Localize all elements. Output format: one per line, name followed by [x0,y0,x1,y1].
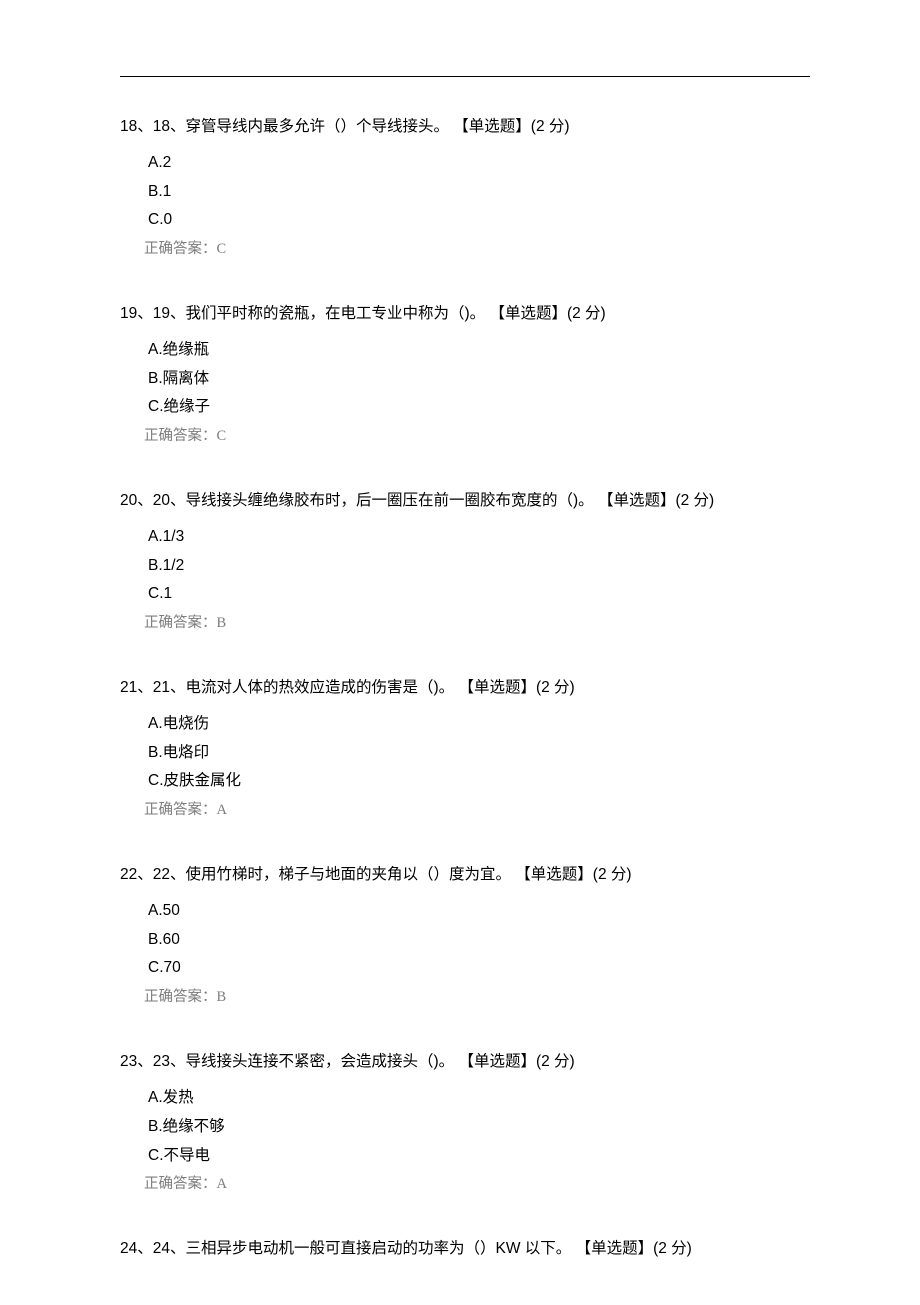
option-c: C.皮肤金属化 [148,767,810,796]
question-stem: 23、23、导线接头连接不紧密，会造成接头（)。 【单选题】(2 分) [120,1050,810,1074]
correct-answer: 正确答案：B [120,611,810,632]
question-stem: 20、20、导线接头缠绝缘胶布时，后一圈压在前一圈胶布宽度的（)。 【单选题】(… [120,489,810,513]
option-b: B.绝缘不够 [148,1113,810,1142]
option-c: C.不导电 [148,1142,810,1171]
option-b: B.电烙印 [148,739,810,768]
option-a: A.2 [148,149,810,178]
question-stem: 19、19、我们平时称的瓷瓶，在电工专业中称为（)。 【单选题】(2 分) [120,302,810,326]
question-stem: 22、22、使用竹梯时，梯子与地面的夹角以（）度为宜。 【单选题】(2 分) [120,863,810,887]
question-block: 21、21、电流对人体的热效应造成的伤害是（)。 【单选题】(2 分) A.电烧… [120,676,810,819]
option-b: B.1 [148,178,810,207]
question-block: 22、22、使用竹梯时，梯子与地面的夹角以（）度为宜。 【单选题】(2 分) A… [120,863,810,1006]
correct-answer: 正确答案：A [120,1172,810,1193]
question-block: 24、24、三相异步电动机一般可直接启动的功率为（）KW 以下。 【单选题】(2… [120,1237,810,1261]
question-stem: 21、21、电流对人体的热效应造成的伤害是（)。 【单选题】(2 分) [120,676,810,700]
question-block: 23、23、导线接头连接不紧密，会造成接头（)。 【单选题】(2 分) A.发热… [120,1050,810,1193]
option-a: A.电烧伤 [148,710,810,739]
option-c: C.70 [148,954,810,983]
options: A.2 B.1 C.0 [120,149,810,235]
header-rule [120,76,810,77]
correct-answer: 正确答案：B [120,985,810,1006]
option-b: B.60 [148,926,810,955]
option-c: C.0 [148,206,810,235]
options: A.发热 B.绝缘不够 C.不导电 [120,1084,810,1170]
question-stem: 24、24、三相异步电动机一般可直接启动的功率为（）KW 以下。 【单选题】(2… [120,1237,810,1261]
options: A.50 B.60 C.70 [120,897,810,983]
correct-answer: 正确答案：C [120,424,810,445]
option-b: B.隔离体 [148,365,810,394]
question-block: 19、19、我们平时称的瓷瓶，在电工专业中称为（)。 【单选题】(2 分) A.… [120,302,810,445]
option-c: C.1 [148,580,810,609]
option-a: A.发热 [148,1084,810,1113]
question-stem: 18、18、穿管导线内最多允许（）个导线接头。 【单选题】(2 分) [120,115,810,139]
option-a: A.50 [148,897,810,926]
question-list: 18、18、穿管导线内最多允许（）个导线接头。 【单选题】(2 分) A.2 B… [120,115,810,1305]
question-block: 20、20、导线接头缠绝缘胶布时，后一圈压在前一圈胶布宽度的（)。 【单选题】(… [120,489,810,632]
option-a: A.绝缘瓶 [148,336,810,365]
question-block: 18、18、穿管导线内最多允许（）个导线接头。 【单选题】(2 分) A.2 B… [120,115,810,258]
options: A.1/3 B.1/2 C.1 [120,523,810,609]
correct-answer: 正确答案：C [120,237,810,258]
option-b: B.1/2 [148,552,810,581]
option-c: C.绝缘子 [148,393,810,422]
options: A.绝缘瓶 B.隔离体 C.绝缘子 [120,336,810,422]
correct-answer: 正确答案：A [120,798,810,819]
option-a: A.1/3 [148,523,810,552]
options: A.电烧伤 B.电烙印 C.皮肤金属化 [120,710,810,796]
